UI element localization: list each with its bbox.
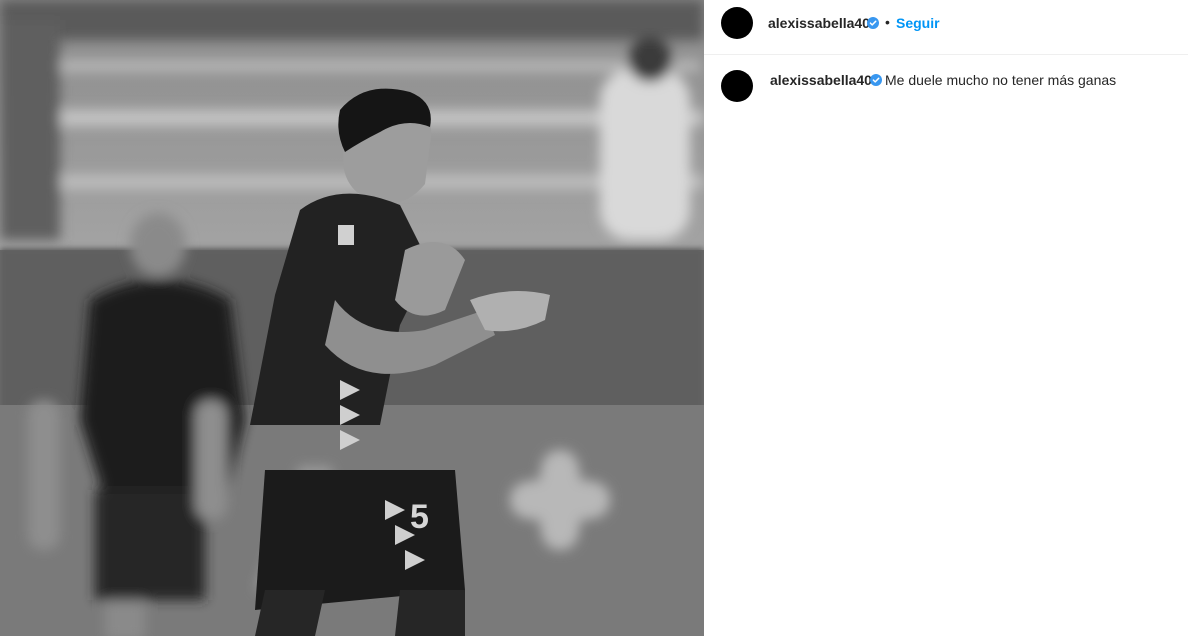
- post-header: alexissabella40 • Seguir: [704, 0, 1188, 55]
- caption-username[interactable]: alexissabella40: [770, 72, 872, 88]
- verified-badge-icon: [867, 17, 879, 29]
- post-side-panel: alexissabella40 • Seguir alexissabella40…: [704, 0, 1200, 636]
- caption-verified-badge-icon: [870, 74, 882, 86]
- post-photo[interactable]: A: [0, 0, 704, 636]
- caption-avatar[interactable]: [721, 70, 753, 102]
- caption-text: Me duele mucho no tener más ganas: [885, 72, 1117, 88]
- avatar[interactable]: [721, 7, 753, 39]
- header-username[interactable]: alexissabella40: [768, 15, 870, 31]
- svg-text:5: 5: [410, 498, 429, 536]
- header-separator: •: [885, 14, 890, 30]
- post-photo-illustration: A: [0, 0, 704, 636]
- follow-button[interactable]: Seguir: [896, 15, 940, 31]
